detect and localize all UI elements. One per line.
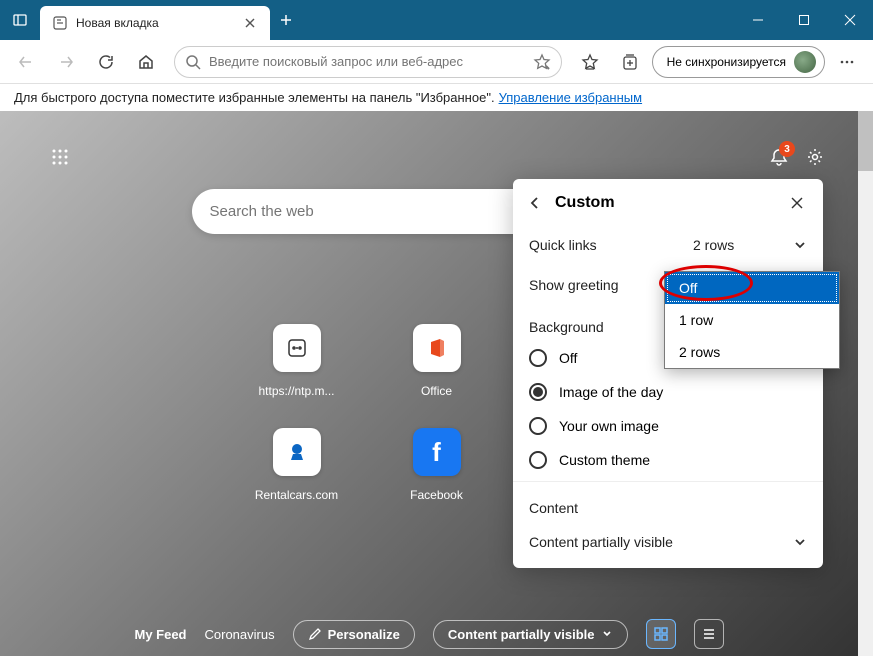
page-settings-panel: Custom Quick links 2 rows Show greeting …	[513, 179, 823, 568]
panel-back-button[interactable]	[525, 193, 545, 213]
content-section-label: Content	[513, 486, 823, 522]
panel-title: Custom	[555, 194, 777, 212]
browser-tab[interactable]: Новая вкладка	[40, 6, 270, 40]
radio-icon	[529, 451, 547, 469]
quick-link-tile[interactable]: Rentalcars.com	[252, 428, 342, 502]
gear-icon	[805, 147, 825, 167]
quick-links-row[interactable]: Quick links 2 rows	[513, 225, 823, 265]
feed-tab-myfeed[interactable]: My Feed	[134, 627, 186, 642]
close-button[interactable]	[827, 0, 873, 40]
dropdown-option[interactable]: 2 rows	[665, 336, 839, 368]
tab-actions-button[interactable]	[0, 12, 40, 28]
dropdown-option[interactable]: Off	[665, 272, 839, 304]
address-bar[interactable]	[174, 46, 562, 78]
grid-view-button[interactable]	[646, 619, 676, 649]
home-button[interactable]	[128, 44, 164, 80]
feed-tab-coronavirus[interactable]: Coronavirus	[205, 627, 275, 642]
tab-title: Новая вкладка	[76, 16, 234, 30]
office-icon	[413, 324, 461, 372]
refresh-button[interactable]	[88, 44, 124, 80]
page-icon	[273, 324, 321, 372]
tab-close-icon[interactable]	[242, 15, 258, 31]
tile-label: https://ntp.m...	[258, 384, 334, 398]
maximize-button[interactable]	[781, 0, 827, 40]
quick-link-tile[interactable]: Office	[392, 324, 482, 398]
content-visibility-row[interactable]: Content partially visible	[513, 522, 823, 562]
infobar-link[interactable]: Управление избранным	[499, 90, 643, 105]
radio-icon	[529, 417, 547, 435]
quick-link-tile[interactable]: f Facebook	[392, 428, 482, 502]
list-view-button[interactable]	[694, 619, 724, 649]
omnibox-input[interactable]	[209, 54, 525, 69]
background-option[interactable]: Your own image	[513, 409, 823, 443]
search-icon	[185, 54, 201, 70]
dropdown-option[interactable]: 1 row	[665, 304, 839, 336]
profile-sync-button[interactable]: Не синхронизируется	[652, 46, 825, 78]
panel-close-button[interactable]	[787, 193, 807, 213]
radio-icon	[529, 349, 547, 367]
personalize-button[interactable]: Personalize	[293, 620, 415, 649]
app-launcher-button[interactable]	[44, 141, 76, 173]
infobar-text: Для быстрого доступа поместите избранные…	[14, 90, 495, 105]
scrollbar[interactable]	[858, 111, 873, 656]
notifications-button[interactable]: 3	[761, 139, 797, 175]
radio-icon	[529, 383, 547, 401]
content-visibility-button[interactable]: Content partially visible	[433, 620, 628, 649]
favorites-info-bar: Для быстрого доступа поместите избранные…	[0, 84, 873, 111]
tile-label: Facebook	[410, 488, 463, 502]
collections-button[interactable]	[612, 44, 648, 80]
rentalcars-icon	[273, 428, 321, 476]
quick-links-dropdown[interactable]: Off1 row2 rows	[664, 271, 840, 369]
chevron-down-icon	[793, 535, 807, 549]
background-option[interactable]: Custom theme	[513, 443, 823, 477]
new-tab-button[interactable]	[270, 13, 302, 27]
favorites-button[interactable]	[572, 44, 608, 80]
forward-button[interactable]	[48, 44, 84, 80]
menu-button[interactable]	[829, 44, 865, 80]
avatar	[794, 51, 816, 73]
favorite-star-icon[interactable]	[533, 53, 551, 71]
page-settings-button[interactable]	[797, 139, 833, 175]
notification-badge: 3	[779, 141, 795, 157]
chevron-down-icon	[793, 238, 807, 252]
pencil-icon	[308, 627, 322, 641]
background-option[interactable]: Image of the day	[513, 375, 823, 409]
page-icon	[52, 15, 68, 31]
quick-link-tile[interactable]: https://ntp.m...	[252, 324, 342, 398]
facebook-icon: f	[413, 428, 461, 476]
back-button[interactable]	[8, 44, 44, 80]
minimize-button[interactable]	[735, 0, 781, 40]
tile-label: Rentalcars.com	[255, 488, 338, 502]
tile-label: Office	[421, 384, 452, 398]
sync-label: Не синхронизируется	[667, 55, 786, 69]
chevron-down-icon	[601, 628, 613, 640]
